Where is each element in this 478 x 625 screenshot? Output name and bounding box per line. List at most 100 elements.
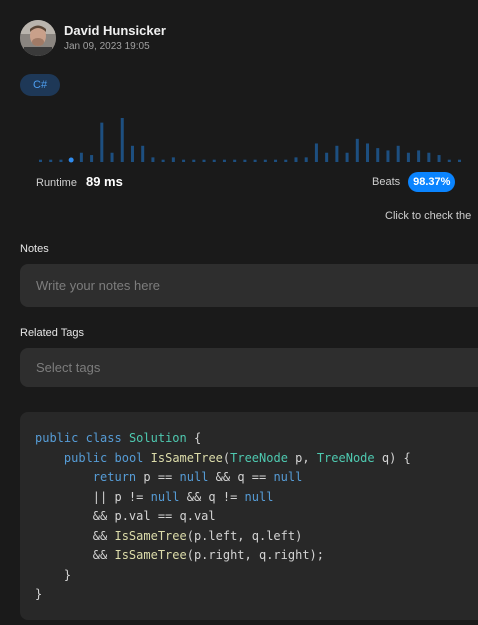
notes-input[interactable] bbox=[36, 278, 478, 293]
histogram-bar[interactable] bbox=[294, 157, 298, 162]
histogram-bar[interactable] bbox=[171, 157, 175, 162]
histogram-bar[interactable] bbox=[202, 159, 206, 162]
code-token-ty: TreeNode bbox=[316, 450, 375, 465]
code-token: { bbox=[186, 431, 202, 445]
histogram-bar[interactable] bbox=[182, 159, 186, 162]
code-line: && IsSameTree(p.right, q.right); bbox=[35, 546, 478, 566]
histogram-bar[interactable] bbox=[233, 159, 237, 162]
histogram-bar[interactable] bbox=[90, 155, 94, 162]
histogram-bar[interactable] bbox=[458, 159, 461, 162]
code-token: } bbox=[35, 567, 72, 582]
histogram-bar[interactable] bbox=[447, 159, 451, 162]
avatar-image bbox=[20, 20, 56, 56]
notes-label: Notes bbox=[20, 243, 49, 255]
user-info: David Hunsicker Jan 09, 2023 19:05 bbox=[64, 22, 166, 54]
histogram-bar[interactable] bbox=[110, 152, 114, 162]
histogram-bar[interactable] bbox=[39, 159, 42, 162]
code-token-kw: null bbox=[150, 489, 180, 504]
histogram-bar[interactable] bbox=[366, 143, 370, 162]
histogram-bar[interactable] bbox=[263, 159, 267, 162]
code-block[interactable]: public class Solution { public bool IsSa… bbox=[20, 412, 478, 620]
code-token: && bbox=[35, 548, 115, 562]
histogram-bar[interactable] bbox=[386, 150, 390, 162]
histogram-bar[interactable] bbox=[437, 155, 441, 162]
runtime-distribution-chart bbox=[39, 118, 461, 163]
code-token-kw: bool bbox=[114, 450, 144, 465]
notes-field[interactable] bbox=[20, 264, 478, 307]
histogram-bar[interactable] bbox=[325, 152, 329, 162]
related-tags-label: Related Tags bbox=[20, 327, 85, 339]
code-token: || p != bbox=[35, 489, 151, 504]
code-token-ty: TreeNode bbox=[230, 450, 288, 465]
beats-stat: Beats 98.37% bbox=[372, 172, 456, 192]
code-token-kw: null bbox=[179, 470, 209, 484]
code-token-kw: return bbox=[92, 470, 137, 484]
histogram-bar[interactable] bbox=[130, 145, 134, 162]
histogram-bar[interactable] bbox=[49, 159, 53, 162]
histogram-bar[interactable] bbox=[274, 159, 278, 162]
histogram-bar[interactable] bbox=[192, 159, 196, 162]
avatar[interactable] bbox=[20, 20, 56, 56]
histogram-bar[interactable] bbox=[141, 145, 145, 162]
code-token: p == bbox=[136, 470, 180, 484]
code-token: && p.val == q.val bbox=[35, 509, 216, 523]
code-token: (p.left, q.left) bbox=[186, 528, 303, 543]
runtime-label: Runtime bbox=[36, 177, 77, 189]
histogram-bar[interactable] bbox=[253, 159, 257, 162]
code-token: p, bbox=[287, 450, 317, 465]
code-token-kw: null bbox=[244, 489, 274, 504]
histogram-bar[interactable] bbox=[120, 118, 124, 162]
code-line: && p.val == q.val bbox=[35, 507, 478, 527]
histogram-bar[interactable] bbox=[304, 157, 308, 162]
histogram-bar[interactable] bbox=[151, 157, 155, 162]
code-token-kw: null bbox=[273, 470, 303, 484]
beats-label: Beats bbox=[372, 176, 401, 188]
histogram-bar[interactable] bbox=[355, 138, 359, 162]
post-timestamp: Jan 09, 2023 19:05 bbox=[64, 41, 150, 52]
code-line: && IsSameTree(p.left, q.left) bbox=[35, 527, 478, 547]
code-token-fn: IsSameTree bbox=[114, 548, 187, 562]
runtime-stat: Runtime 89 ms bbox=[36, 174, 123, 189]
user-name[interactable]: David Hunsicker bbox=[64, 22, 166, 39]
histogram-bar[interactable] bbox=[161, 159, 165, 162]
code-token: && q != bbox=[179, 489, 245, 504]
language-badge: C# bbox=[20, 74, 61, 96]
histogram-bar[interactable] bbox=[396, 145, 400, 162]
code-token: } bbox=[35, 587, 43, 601]
histogram-bar[interactable] bbox=[345, 152, 349, 162]
code-token-kw: class bbox=[85, 431, 122, 445]
beats-percentage-badge: 98.37% bbox=[408, 172, 456, 192]
histogram-bar[interactable] bbox=[427, 152, 431, 162]
code-token-fn: IsSameTree bbox=[150, 450, 223, 465]
histogram-bar[interactable] bbox=[314, 143, 318, 162]
code-token-kw: public bbox=[63, 450, 108, 465]
histogram-bar[interactable] bbox=[376, 148, 380, 162]
histogram-bar[interactable] bbox=[284, 159, 288, 162]
histogram-bar[interactable] bbox=[222, 159, 226, 162]
code-token: q) { bbox=[374, 450, 411, 465]
code-line: } bbox=[35, 585, 478, 605]
tags-select[interactable]: Select tags bbox=[20, 348, 478, 387]
histogram-bar[interactable] bbox=[79, 152, 83, 162]
histogram-bar[interactable] bbox=[417, 150, 421, 162]
code-line: return p == null && q == null bbox=[35, 468, 478, 488]
code-token-kw: public bbox=[35, 431, 79, 445]
histogram-bar[interactable] bbox=[59, 159, 63, 162]
code-line: } bbox=[35, 566, 478, 586]
histogram-bar[interactable] bbox=[335, 145, 339, 162]
code-line: public class Solution { bbox=[35, 429, 478, 449]
submission-detail-panel: David Hunsicker Jan 09, 2023 19:05 C# Ru… bbox=[0, 0, 478, 625]
code-token-ty: Solution bbox=[128, 431, 187, 445]
code-line: || p != null && q != null bbox=[35, 488, 478, 508]
histogram-bar[interactable] bbox=[212, 159, 216, 162]
check-distribution-hint[interactable]: Click to check the bbox=[385, 210, 471, 222]
histogram-current-marker[interactable] bbox=[68, 157, 74, 163]
histogram-bar[interactable] bbox=[100, 122, 104, 162]
code-token-fn: IsSameTree bbox=[114, 528, 187, 543]
histogram-bar[interactable] bbox=[243, 159, 247, 162]
histogram-bar[interactable] bbox=[406, 152, 410, 162]
